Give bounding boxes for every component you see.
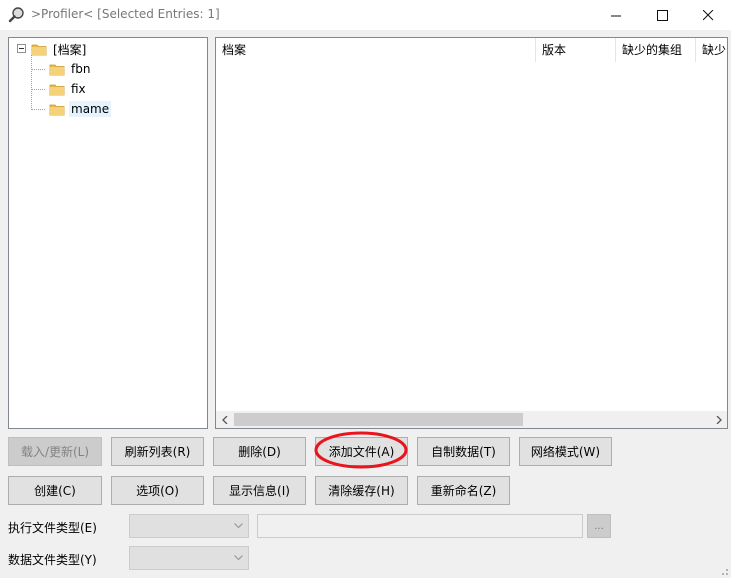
column-header-version[interactable]: 版本 — [536, 38, 616, 62]
horizontal-scrollbar[interactable] — [216, 411, 727, 428]
tree-item-label: mame — [69, 101, 112, 117]
tree-item-fbn[interactable]: fbn — [49, 59, 92, 79]
close-icon — [702, 9, 713, 20]
browse-button[interactable]: ... — [587, 514, 611, 538]
column-header-missing-sets[interactable]: 缺少的集组 — [616, 38, 696, 62]
chevron-down-icon — [232, 519, 244, 533]
scroll-thumb[interactable] — [234, 413, 523, 426]
exec-path-input[interactable] — [257, 514, 583, 538]
tree-item-label: fix — [71, 82, 86, 96]
load-update-button[interactable]: 载入/更新(L) — [8, 437, 102, 466]
scroll-left-icon[interactable] — [216, 411, 233, 428]
scroll-right-icon[interactable] — [710, 411, 727, 428]
column-header-missing[interactable]: 缺少 — [696, 38, 727, 62]
tree-item-label: [档案] — [53, 42, 87, 57]
maximize-icon — [656, 9, 668, 21]
sort-ascending-icon: ^ — [372, 37, 381, 45]
create-button[interactable]: 创建(C) — [8, 476, 102, 505]
homebrew-data-button[interactable]: 自制数据(T) — [417, 437, 510, 466]
highlight-circle — [314, 431, 408, 469]
show-info-button[interactable]: 显示信息(I) — [213, 476, 306, 505]
folder-icon — [49, 104, 65, 116]
maximize-button[interactable] — [639, 0, 685, 30]
chevron-down-icon — [232, 551, 244, 565]
minimize-icon — [610, 15, 621, 16]
resize-grip-icon[interactable] — [717, 566, 729, 576]
tree-item-label: fbn — [71, 62, 91, 76]
profile-tree[interactable]: [档案] fbn fix mame — [8, 37, 208, 429]
clear-cache-button[interactable]: 清除缓存(H) — [315, 476, 408, 505]
options-button[interactable]: 选项(O) — [111, 476, 204, 505]
window-title: >Profiler< [Selected Entries: 1] — [31, 7, 220, 21]
magnifier-icon — [8, 7, 24, 23]
exec-type-label: 执行文件类型(E) — [8, 521, 97, 535]
title-bar: >Profiler< [Selected Entries: 1] — [0, 0, 731, 30]
minimize-button[interactable] — [593, 0, 639, 30]
tree-item-root[interactable]: [档案] — [31, 39, 88, 59]
tree-item-fix[interactable]: fix — [49, 79, 88, 99]
close-button[interactable] — [685, 0, 731, 30]
folder-icon — [31, 44, 47, 56]
exec-type-select[interactable] — [129, 514, 249, 538]
network-mode-button[interactable]: 网络模式(W) — [519, 437, 612, 466]
folder-icon — [49, 64, 65, 76]
data-type-label: 数据文件类型(Y) — [8, 553, 97, 567]
tree-item-mame[interactable]: mame — [49, 99, 112, 119]
delete-button[interactable]: 删除(D) — [213, 437, 306, 466]
profile-list[interactable]: 档案 版本 缺少的集组 缺少 ^ — [215, 37, 728, 429]
data-type-select[interactable] — [129, 546, 249, 570]
folder-icon — [49, 84, 65, 96]
rename-button[interactable]: 重新命名(Z) — [417, 476, 510, 505]
tree-collapse-toggle[interactable] — [17, 44, 26, 53]
refresh-list-button[interactable]: 刷新列表(R) — [111, 437, 204, 466]
